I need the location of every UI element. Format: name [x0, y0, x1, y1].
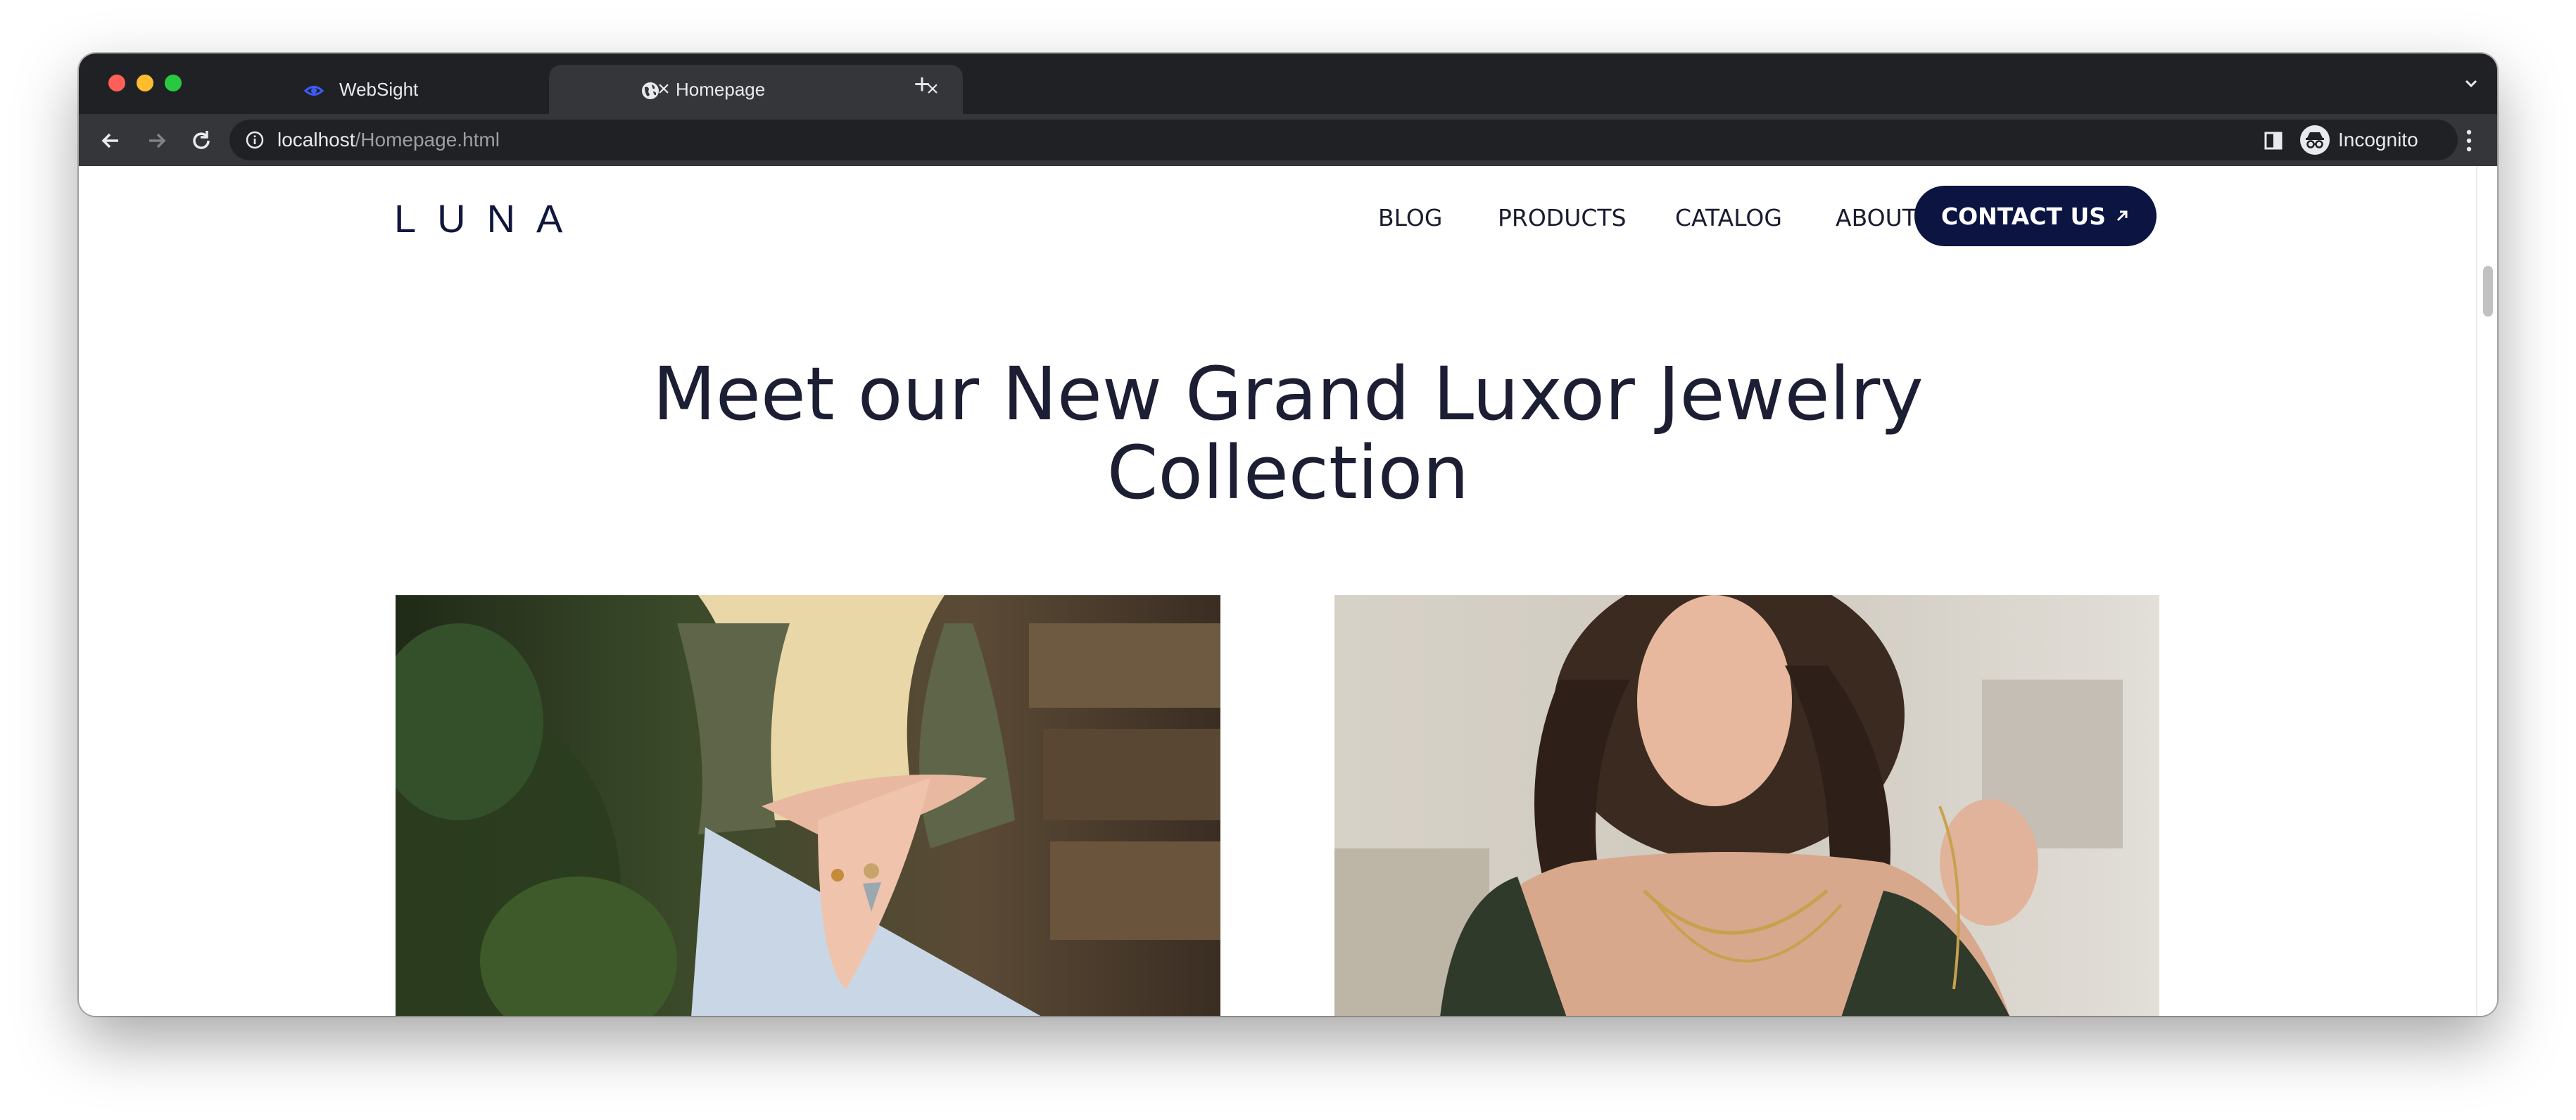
- browser-window: WebSight × Homepage × + localhost/Homepa…: [79, 53, 2497, 1016]
- incognito-icon: [2300, 125, 2330, 155]
- tab-title: WebSight: [339, 79, 419, 100]
- contact-us-label: CONTACT US: [1940, 202, 2107, 230]
- address-bar[interactable]: localhost/Homepage.html: [229, 120, 2458, 160]
- incognito-profile-button[interactable]: Incognito: [2296, 120, 2437, 160]
- reload-icon[interactable]: [187, 127, 215, 155]
- minimize-window-button[interactable]: [137, 75, 153, 91]
- nav-link-catalog[interactable]: CATALOG: [1675, 203, 1782, 234]
- site-logo[interactable]: LUNA: [394, 194, 583, 243]
- close-window-button[interactable]: [108, 75, 125, 91]
- maximize-window-button[interactable]: [165, 75, 182, 91]
- url-host: localhost: [277, 129, 355, 151]
- hero-title: Meet our New Grand Luxor Jewelry Collect…: [79, 355, 2497, 512]
- hero-title-line-2: Collection: [1106, 430, 1470, 516]
- tab-strip: WebSight × Homepage × +: [79, 53, 2497, 114]
- site-info-icon[interactable]: [245, 130, 265, 150]
- page-viewport: LUNA BLOG PRODUCTS CATALOG ABOUT CONTACT…: [79, 166, 2497, 1016]
- site-header: LUNA BLOG PRODUCTS CATALOG ABOUT CONTACT…: [79, 166, 2497, 272]
- nav-link-about[interactable]: ABOUT: [1836, 203, 1917, 234]
- scrollbar-thumb[interactable]: [2483, 266, 2493, 317]
- url-text: localhost/Homepage.html: [277, 120, 500, 160]
- new-tab-button[interactable]: +: [907, 69, 937, 100]
- arrow-up-right-icon: [2117, 210, 2128, 222]
- jewelry-photo-necklace: [1334, 595, 2159, 1016]
- tab-title: Homepage: [676, 79, 766, 100]
- hero-title-line-1: Meet our New Grand Luxor Jewelry: [652, 351, 1924, 437]
- browser-toolbar: localhost/Homepage.html Incognito: [79, 114, 2497, 166]
- page-scrollbar[interactable]: [2476, 166, 2497, 1016]
- side-panel-icon[interactable]: [2264, 131, 2283, 151]
- websight-eye-icon: [304, 86, 324, 96]
- profile-label: Incognito: [2338, 129, 2418, 151]
- close-tab-icon[interactable]: ×: [653, 79, 674, 100]
- more-menu-icon[interactable]: [2462, 128, 2476, 153]
- tab-homepage[interactable]: Homepage ×: [549, 65, 963, 114]
- nav-link-products[interactable]: PRODUCTS: [1498, 203, 1627, 234]
- back-arrow-icon[interactable]: [97, 127, 125, 155]
- nav-link-blog[interactable]: BLOG: [1378, 203, 1442, 234]
- jewelry-photo-rings: [396, 595, 1220, 1016]
- contact-us-button[interactable]: CONTACT US: [1914, 186, 2157, 246]
- url-path: /Homepage.html: [355, 129, 500, 151]
- forward-arrow-icon[interactable]: [142, 127, 170, 155]
- chevron-down-icon[interactable]: [2461, 73, 2482, 94]
